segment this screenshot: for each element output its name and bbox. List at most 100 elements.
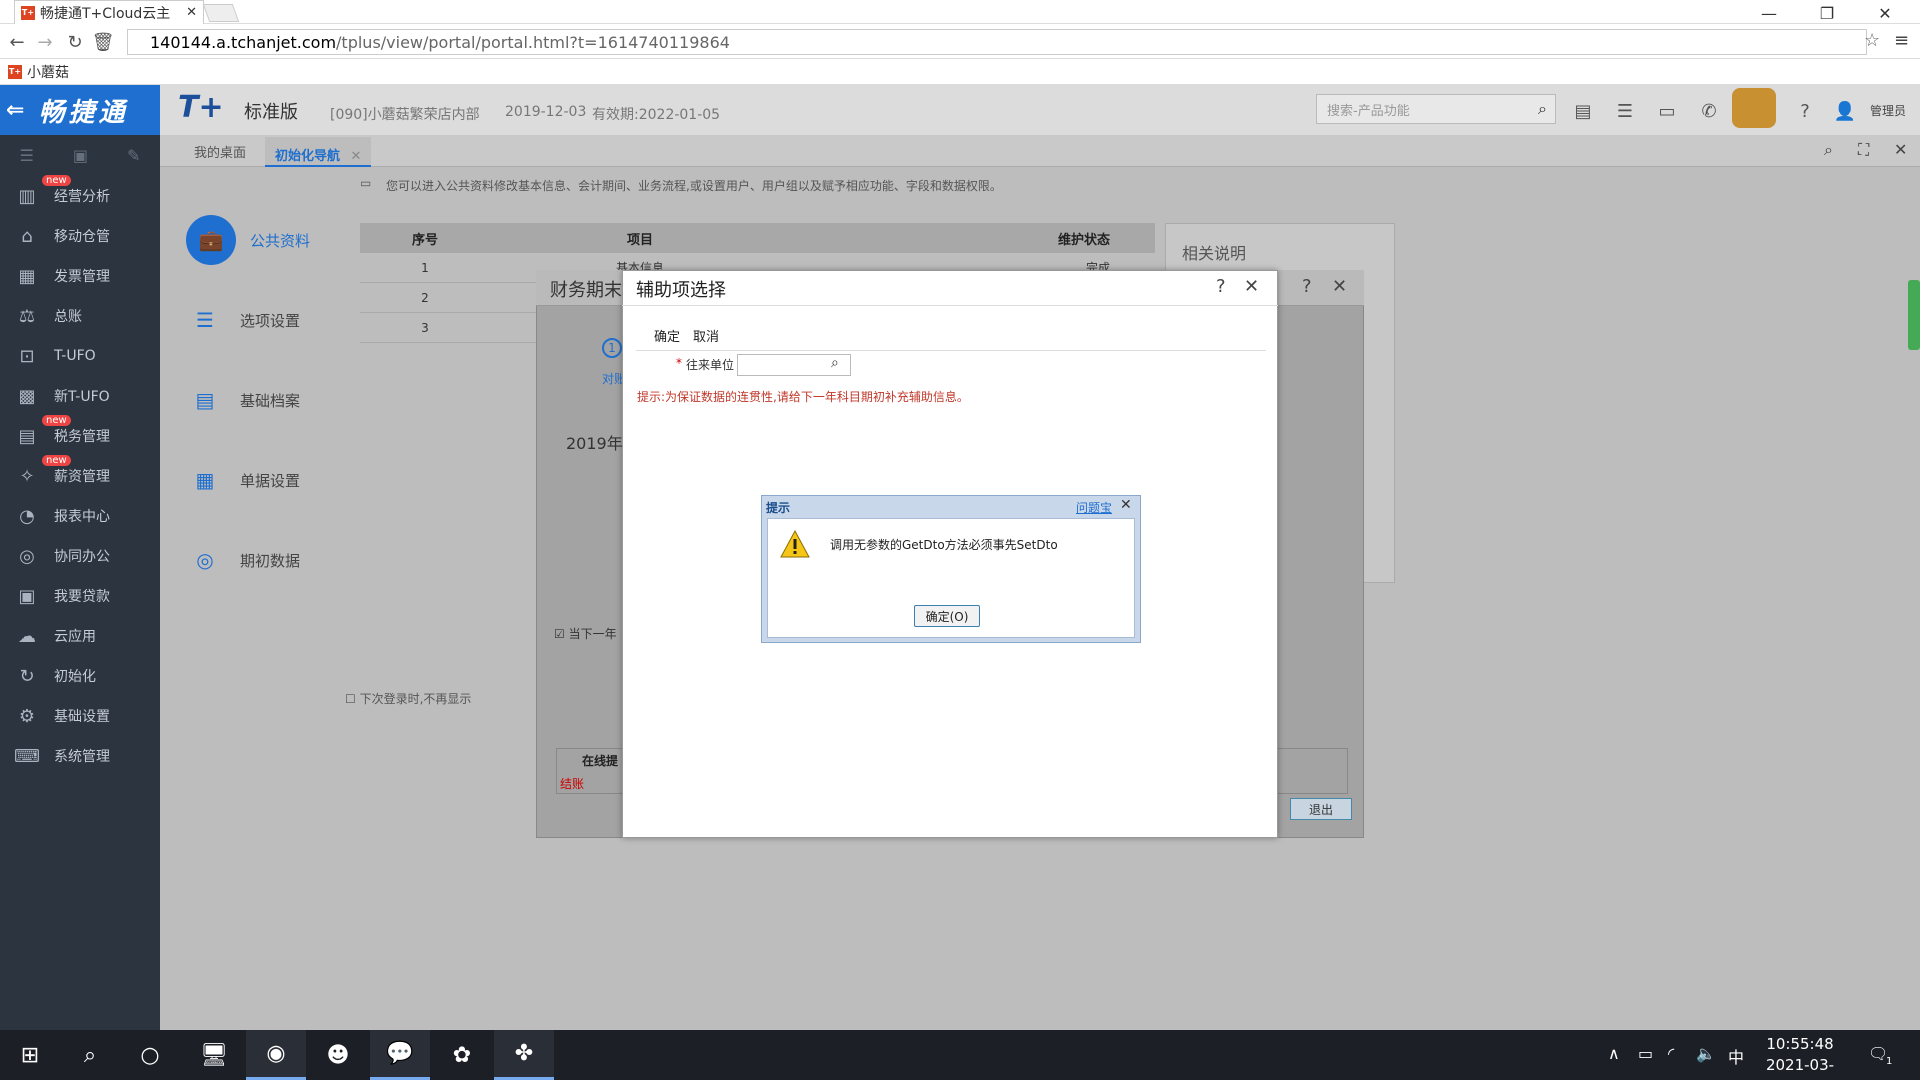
task-view-icon[interactable]: ○ (120, 1030, 180, 1080)
info-icon: ▭ (360, 176, 372, 190)
reload-icon[interactable]: ↻ (62, 30, 88, 54)
tray-expand-icon[interactable]: ∧ (1608, 1044, 1620, 1063)
next-year-checkbox[interactable]: ☑ 当下一年 (554, 625, 617, 642)
sidebar-item[interactable]: ◎ 协同办公 (0, 536, 160, 576)
search-icon[interactable]: ⌕ (1824, 140, 1833, 160)
clock[interactable]: 10:55:48 2021-03-03 (1760, 1034, 1840, 1080)
sidebar-item[interactable]: ⌨ 系统管理 (0, 736, 160, 776)
search-input[interactable]: 搜索-产品功能 ⌕ (1316, 94, 1556, 124)
close-icon[interactable]: ✕ (1332, 276, 1347, 297)
chrome-icon[interactable]: ◉ (246, 1030, 306, 1080)
left-nav-icon: ▦ (195, 468, 215, 492)
tab-close-icon[interactable]: ✕ (351, 149, 362, 164)
calculator-icon[interactable]: ▤ (1570, 98, 1596, 124)
tab-init-nav[interactable]: 初始化导航 ✕ (265, 137, 372, 167)
cancel-button[interactable]: 取消 (693, 326, 719, 345)
url-input[interactable]: 140144.a.tchanjet.com/tplus/view/portal/… (127, 29, 1867, 55)
ime-indicator[interactable]: 中 (1728, 1044, 1744, 1068)
back-icon[interactable]: ← (4, 30, 30, 54)
close-icon[interactable]: ✕ (1894, 140, 1907, 159)
left-nav-item[interactable]: ▤ 基础档案 (190, 375, 340, 425)
analysis-icon: ▥ new (14, 175, 71, 209)
sidebar-item[interactable]: ⌂ 移动仓管 (0, 216, 160, 256)
row-no: 2 (421, 290, 429, 305)
user-icon[interactable]: 👤 (1832, 98, 1858, 124)
fullscreen-icon[interactable]: ⛶ (1858, 140, 1869, 160)
sidebar-item[interactable]: ▩ 新T-UFO (0, 376, 160, 416)
tab-desktop[interactable]: 我的桌面 (194, 142, 246, 161)
battery-icon[interactable]: ▭ (1638, 1044, 1653, 1063)
sidebar-item[interactable]: ▣ 我要贷款 (0, 576, 160, 616)
close-account-link[interactable]: 结账 (560, 775, 584, 792)
admin-label[interactable]: 管理员 (1870, 102, 1906, 119)
sidebar-item-label: 协同办公 (54, 549, 110, 565)
help-icon[interactable]: ? (1216, 276, 1226, 297)
exit-button[interactable]: 退出 (1290, 798, 1352, 820)
assistant-avatar-icon[interactable] (1732, 88, 1776, 128)
search-icon[interactable]: ⌕ (1538, 99, 1547, 119)
star-icon[interactable]: ☆ (1864, 30, 1880, 51)
left-nav-item[interactable]: ▦ 单据设置 (190, 455, 340, 505)
tplus-logo: T+ (178, 90, 224, 125)
aux-select-title-bar: 辅助项选择 (622, 270, 1278, 306)
new-tab-button[interactable] (202, 4, 240, 22)
close-icon[interactable]: ✕ (1120, 497, 1132, 513)
back-arrow-icon[interactable]: ⇐ (6, 98, 28, 123)
minimize-icon[interactable]: — (1746, 0, 1792, 26)
search-icon[interactable]: ⌕ (60, 1030, 120, 1080)
sidebar-item[interactable]: ↻ 初始化 (0, 656, 160, 696)
trash-icon[interactable]: 🗑 (90, 30, 116, 54)
sidebar-item[interactable]: ▥ new 经营分析 (0, 175, 160, 216)
list-icon[interactable]: ☰ (20, 146, 34, 165)
bookmark-bar: T+ 小蘑菇 (0, 59, 1920, 85)
wechat-icon[interactable]: 💬 (370, 1030, 430, 1080)
app-icon[interactable]: ✿ (432, 1030, 492, 1080)
message-icon[interactable]: ▭ (1654, 98, 1680, 124)
sidebar-item[interactable]: ⊡ T-UFO (0, 336, 160, 376)
message-text: 调用无参数的GetDto方法必须事先SetDto (830, 538, 1058, 552)
checkbox-checked-icon[interactable]: ☑ (554, 627, 565, 641)
computer-icon[interactable]: 🖥 (184, 1030, 244, 1080)
left-nav-icon: 💼 (186, 215, 236, 265)
sidebar-item-label: 云应用 (54, 629, 96, 645)
no-show-checkbox[interactable]: ☐ 下次登录时,不再显示 (345, 690, 471, 707)
volume-icon[interactable]: 🔈 (1696, 1044, 1716, 1063)
windows-start-icon[interactable]: ⊞ (0, 1030, 60, 1080)
sidebar-item[interactable]: ▤ new 税务管理 (0, 415, 160, 456)
sidebar-item[interactable]: ⚖ 总账 (0, 296, 160, 336)
edit-icon[interactable]: ✎ (127, 146, 140, 165)
restore-icon[interactable]: ❐ (1804, 0, 1850, 26)
sidebar-item[interactable]: ◔ 报表中心 (0, 496, 160, 536)
browser-tab[interactable]: T+ 畅捷通T+Cloud云主 ✕ (14, 0, 204, 24)
grid-icon[interactable]: ▣ (73, 146, 88, 165)
ok-button[interactable]: 确定(O) (914, 605, 980, 627)
close-icon[interactable]: ✕ (1244, 276, 1259, 297)
sidebar-item[interactable]: ☁ 云应用 (0, 616, 160, 656)
sidebar-item[interactable]: ▦ 发票管理 (0, 256, 160, 296)
bookmark-item[interactable]: 小蘑菇 (27, 62, 69, 82)
sidebar-item[interactable]: ✧ new 薪资管理 (0, 455, 160, 496)
forward-icon[interactable]: → (32, 30, 58, 54)
confirm-button[interactable]: 确定 (654, 326, 680, 345)
wifi-icon[interactable]: ◜ (1668, 1044, 1674, 1063)
left-nav-item[interactable]: ☰ 选项设置 (190, 295, 340, 345)
tplus-app-icon[interactable]: ✤ (494, 1030, 554, 1080)
left-nav-item[interactable]: 💼 公共资料 (186, 215, 336, 265)
checklist-icon[interactable]: ☰ (1612, 98, 1638, 124)
left-nav-item[interactable]: ◎ 期初数据 (190, 535, 340, 585)
company-name[interactable]: [090]小蘑菇繁荣店内部 (330, 104, 480, 124)
sidebar-item[interactable]: ⚙ 基础设置 (0, 696, 160, 736)
qq-icon[interactable]: ☻ (308, 1030, 368, 1080)
menu-icon[interactable]: ≡ (1894, 30, 1909, 51)
help-icon[interactable]: ? (1792, 98, 1818, 124)
close-window-icon[interactable]: ✕ (1862, 0, 1908, 26)
side-widget[interactable] (1908, 280, 1920, 350)
checkbox-icon[interactable]: ☐ (345, 692, 356, 706)
help-link[interactable]: 问题宝 (1076, 499, 1112, 516)
help-icon[interactable]: ? (1302, 276, 1312, 297)
aux-select-title: 辅助项选择 (636, 280, 726, 301)
search-icon[interactable]: ⌕ (831, 355, 839, 371)
phone-icon[interactable]: ✆ (1696, 98, 1722, 124)
tab-close-icon[interactable]: ✕ (186, 5, 197, 20)
brand-logo[interactable]: ⇐ 畅捷通 (0, 85, 160, 135)
